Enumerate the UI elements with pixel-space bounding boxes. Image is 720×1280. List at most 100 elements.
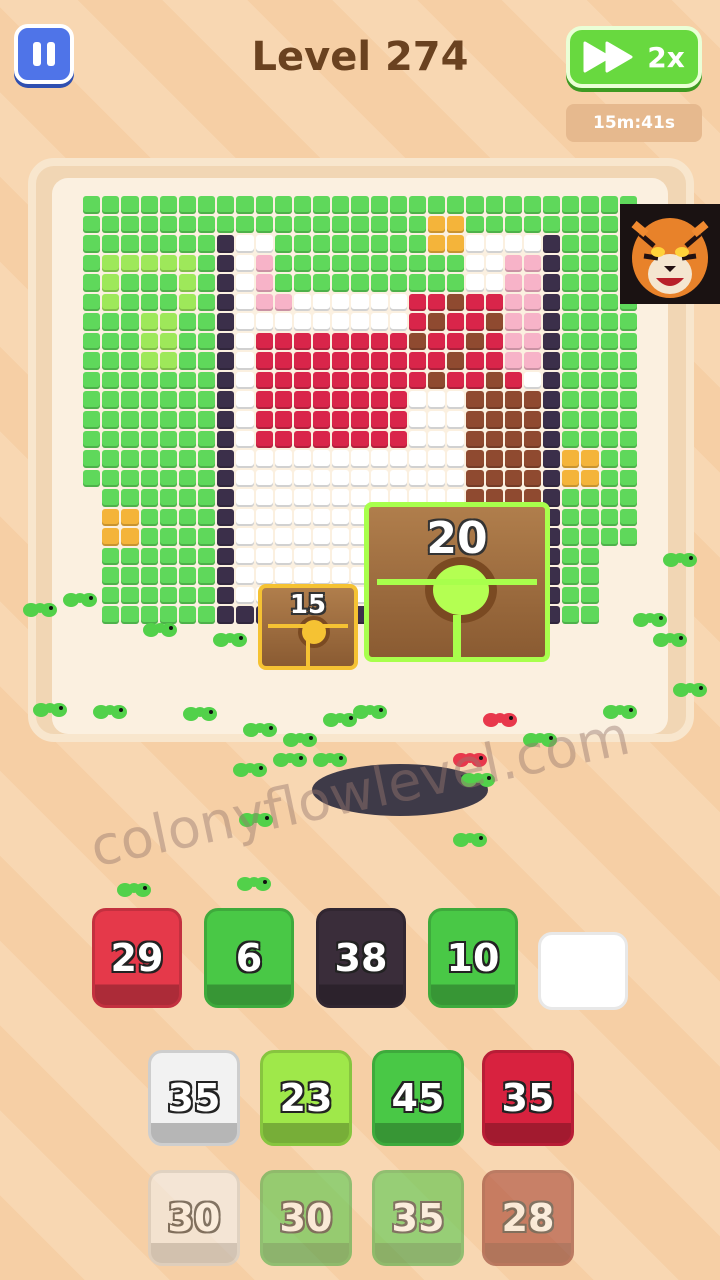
pixel-cell (236, 489, 254, 507)
pixel-cell (485, 274, 503, 292)
pixel-cell (504, 371, 522, 390)
pixel-cell (83, 430, 101, 449)
queue-tile: 35 (372, 1170, 464, 1266)
pixel-cell (313, 254, 331, 273)
pixel-cell (178, 469, 197, 488)
pixel-cell (159, 528, 177, 546)
pixel-cell (236, 254, 254, 273)
pixel-cell (274, 410, 292, 429)
pixel-cell (178, 352, 197, 370)
pixel-cell (121, 371, 139, 390)
pixel-cell (562, 410, 580, 429)
pixel-cell (102, 371, 120, 390)
queue-tile[interactable]: 35 (148, 1050, 240, 1146)
pixel-cell (293, 235, 312, 253)
ant-icon (273, 753, 307, 767)
pixel-cell (102, 196, 120, 214)
pixel-cell (543, 391, 561, 409)
pixel-cell (159, 254, 177, 273)
pixel-cell (217, 469, 235, 488)
pixel-cell (351, 430, 369, 449)
pixel-cell (332, 567, 350, 585)
slot-tile-3[interactable]: 38 (316, 908, 406, 1008)
pixel-cell (543, 410, 561, 429)
pixel-cell (408, 274, 427, 292)
pixel-cell (217, 293, 235, 312)
queue-tile[interactable]: 23 (260, 1050, 352, 1146)
pixel-cell (313, 450, 331, 468)
pixel-cell (217, 215, 235, 234)
pixel-cell (619, 410, 637, 429)
slot-tile-4[interactable]: 10 (428, 908, 518, 1008)
slot-tile-2[interactable]: 6 (204, 908, 294, 1008)
pixel-cell (140, 410, 158, 429)
pixel-cell (619, 528, 637, 546)
pixel-cell (543, 352, 561, 370)
pixel-cell (619, 450, 637, 468)
pixel-cell (293, 528, 312, 546)
pixel-cell (217, 391, 235, 409)
pixel-cell (562, 567, 580, 585)
slot-tile-1[interactable]: 29 (92, 908, 182, 1008)
pixel-cell (370, 215, 388, 234)
pixel-cell (121, 332, 139, 351)
pixel-cell (159, 489, 177, 507)
pixel-cell (504, 469, 522, 488)
pixel-cell (504, 235, 522, 253)
pixel-cell (102, 313, 120, 331)
pixel-cell (619, 391, 637, 409)
pixel-cell (562, 274, 580, 292)
pixel-cell (543, 371, 561, 390)
pixel-cell (581, 391, 599, 409)
empty-slot[interactable] (538, 932, 628, 1010)
pixel-cell (523, 469, 542, 488)
pixel-cell (620, 548, 637, 566)
pixel-cell (159, 606, 177, 624)
pixel-cell (217, 274, 235, 292)
pixel-cell (255, 235, 273, 253)
pixel-cell (332, 235, 350, 253)
pixel-cell (466, 352, 484, 370)
pixel-cell (236, 508, 254, 527)
pixel-cell (600, 254, 618, 273)
pixel-cell (389, 352, 407, 370)
pixel-cell (523, 450, 542, 468)
pixel-cell (102, 469, 120, 488)
pixel-cell (121, 254, 139, 273)
pixel-cell (217, 235, 235, 253)
pixel-cell (389, 430, 407, 449)
queue-tile[interactable]: 45 (372, 1050, 464, 1146)
large-crate[interactable]: 20 (364, 502, 550, 662)
pixel-cell (581, 469, 599, 488)
pixel-cell (600, 332, 618, 351)
pixel-cell (543, 469, 561, 488)
small-crate[interactable]: 15 (258, 584, 358, 670)
tiger-logo-avatar (620, 204, 720, 304)
pixel-cell (313, 508, 331, 527)
pixel-cell (428, 391, 446, 409)
speed-2x-button[interactable]: 2x (566, 26, 702, 88)
pixel-cell (389, 450, 407, 468)
pixel-cell (102, 215, 120, 234)
pixel-cell (121, 508, 139, 527)
pixel-cell (428, 430, 446, 449)
pixel-cell (428, 215, 446, 234)
pixel-cell (408, 430, 427, 449)
queue-tile[interactable]: 35 (482, 1050, 574, 1146)
pixel-cell (581, 567, 599, 585)
pixel-cell (140, 215, 158, 234)
pixel-cell (428, 235, 446, 253)
pixel-cell (428, 274, 446, 292)
pixel-cell (562, 508, 580, 527)
pixel-cell (600, 293, 618, 312)
pixel-cell (601, 587, 618, 605)
pixel-cell (562, 293, 580, 312)
pixel-cell (313, 469, 331, 488)
pixel-cell (83, 528, 100, 546)
pixel-cell (140, 547, 158, 566)
pixel-cell (332, 371, 350, 390)
pixel-cell (83, 215, 101, 234)
pixel-cell (83, 313, 101, 331)
pixel-cell (408, 313, 427, 331)
pixel-cell (447, 293, 465, 312)
